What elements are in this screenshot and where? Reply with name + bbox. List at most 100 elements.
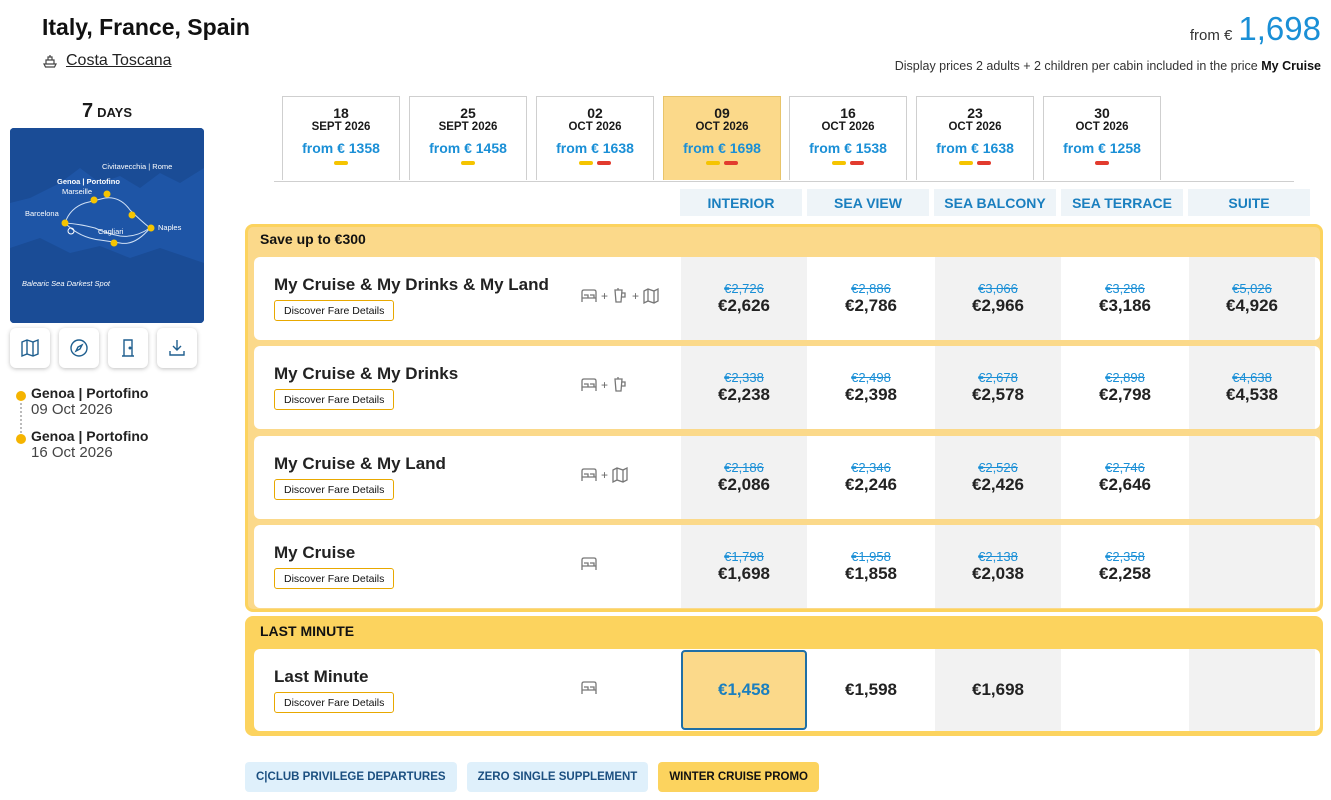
days-number: 7 — [81, 100, 94, 122]
date-tab-16[interactable]: 16 OCT 2026 from € 1538 — [789, 96, 907, 180]
current-price: €4,538 — [1226, 385, 1278, 404]
itinerary: Genoa | Portofino 09 Oct 2026 Genoa | Po… — [16, 385, 206, 471]
price-cell[interactable]: €3,066 €2,966 — [935, 257, 1061, 340]
cabin-header-sea-view: SEA VIEW — [807, 189, 929, 216]
date-tab-price: from € 1458 — [429, 140, 507, 156]
discover-fare-details-button[interactable]: Discover Fare Details — [274, 300, 395, 321]
display-note-text: Display prices 2 adults + 2 children per… — [894, 59, 1258, 73]
route-map-graphic: Civitavecchia | Rome Genoa | Portofino M… — [10, 128, 204, 323]
date-tab-18[interactable]: 18 SEPT 2026 from € 1358 — [282, 96, 400, 180]
date-tab-month: OCT 2026 — [821, 121, 875, 133]
current-price: €1,858 — [845, 564, 897, 583]
date-tab-day: 02 — [587, 105, 603, 121]
price-from: from € 1,698 — [1190, 10, 1321, 48]
availability-yellow-icon — [334, 161, 348, 165]
date-tab-month: SEPT 2026 — [311, 121, 371, 133]
price-cell[interactable]: €2,886 €2,786 — [808, 257, 934, 340]
map-label-barcelona: Barcelona — [25, 209, 60, 218]
old-price: €5,026 — [1232, 281, 1272, 296]
map-label-genoa: Genoa | Portofino — [57, 177, 120, 186]
date-tab-30[interactable]: 30 OCT 2026 from € 1258 — [1043, 96, 1161, 180]
price-cell[interactable]: €1,698 — [935, 649, 1061, 731]
map-label-marseille: Marseille — [62, 187, 92, 196]
price-cell[interactable]: €2,498 €2,398 — [808, 346, 934, 429]
old-price: €2,346 — [851, 460, 891, 475]
price-cell[interactable]: €1,958 €1,858 — [808, 525, 934, 608]
map-tool-button[interactable] — [10, 328, 50, 368]
current-price: €4,926 — [1226, 296, 1278, 315]
date-tab-price: from € 1258 — [1063, 140, 1141, 156]
price-cell[interactable]: €5,026 €4,926 — [1189, 257, 1315, 340]
price-cell[interactable]: €3,286 €3,186 — [1062, 257, 1188, 340]
price-cell[interactable]: €1,798 €1,698 — [681, 525, 807, 608]
date-tab-month: SEPT 2026 — [438, 121, 498, 133]
promo-badge[interactable]: ZERO SINGLE SUPPLEMENT — [466, 762, 649, 792]
price-cell[interactable]: €2,358 €2,258 — [1062, 525, 1188, 608]
price-cell[interactable]: €4,638 €4,538 — [1189, 346, 1315, 429]
price-cell[interactable]: €2,678 €2,578 — [935, 346, 1061, 429]
availability-red-icon — [1095, 161, 1109, 165]
old-price: €2,746 — [1105, 460, 1145, 475]
discover-fare-details-button[interactable]: Discover Fare Details — [274, 568, 395, 589]
compass-icon — [70, 339, 88, 357]
current-price: €2,966 — [972, 296, 1024, 315]
date-tab-09[interactable]: 09 OCT 2026 from € 1698 — [663, 96, 781, 180]
fare-name: Last Minute — [274, 667, 369, 686]
availability-red-icon — [977, 161, 991, 165]
discover-fare-details-button[interactable]: Discover Fare Details — [274, 389, 395, 410]
route-map[interactable]: Civitavecchia | Rome Genoa | Portofino M… — [10, 128, 204, 323]
stop-port: Genoa | Portofino — [31, 428, 149, 444]
price-cell[interactable]: €2,338 €2,238 — [681, 346, 807, 429]
current-price: €2,578 — [972, 385, 1024, 404]
date-tab-day: 23 — [967, 105, 983, 121]
plus-icon: + — [601, 468, 609, 482]
current-price: €1,698 — [972, 680, 1024, 699]
discover-fare-details-button[interactable]: Discover Fare Details — [274, 479, 395, 500]
plus-icon: + — [601, 289, 609, 303]
promo-badge[interactable]: C|CLUB PRIVILEGE DEPARTURES — [245, 762, 457, 792]
departure-date-tabs: 18 SEPT 2026 from € 1358 25 SEPT 2026 from € … — [274, 96, 1294, 182]
price-cell[interactable]: €2,898 €2,798 — [1062, 346, 1188, 429]
price-cell[interactable]: €2,138 €2,038 — [935, 525, 1061, 608]
page-title: Italy, France, Spain — [42, 14, 250, 40]
fare-included-icons: + — [580, 376, 629, 394]
price-cell[interactable]: €1,458 — [681, 650, 807, 730]
date-tab-25[interactable]: 25 SEPT 2026 from € 1458 — [409, 96, 527, 180]
bed-icon — [581, 681, 597, 694]
date-tab-day: 16 — [840, 105, 856, 121]
plus-icon: + — [601, 378, 609, 392]
price-cell[interactable]: €1,598 — [808, 649, 934, 731]
availability-yellow-icon — [959, 161, 973, 165]
cabin-header-suite: SUITE — [1188, 189, 1310, 216]
map-label-civitavecchia: Civitavecchia | Rome — [102, 162, 172, 171]
download-tool-button[interactable] — [157, 328, 197, 368]
price-cell[interactable]: €2,186 €2,086 — [681, 436, 807, 519]
old-price: €2,886 — [851, 281, 891, 296]
land-map-icon — [643, 287, 659, 305]
date-tab-marks — [664, 161, 780, 167]
date-tab-month: OCT 2026 — [948, 121, 1002, 133]
map-label-naples: Naples — [158, 223, 182, 232]
date-tab-marks — [1044, 161, 1160, 167]
ship-link[interactable]: Costa Toscana — [42, 52, 172, 70]
old-price: €2,526 — [978, 460, 1018, 475]
fare-row: My Cruise & My Drinks & My Land Discover … — [254, 257, 1320, 340]
compass-tool-button[interactable] — [59, 328, 99, 368]
price-cell[interactable]: €2,726 €2,626 — [681, 257, 807, 340]
ship-name[interactable]: Costa Toscana — [66, 52, 172, 70]
date-tab-month: OCT 2026 — [695, 121, 749, 133]
old-price: €2,138 — [978, 549, 1018, 564]
stop-date: 09 Oct 2026 — [31, 401, 113, 418]
drink-icon — [614, 377, 626, 392]
price-cell[interactable]: €2,346 €2,246 — [808, 436, 934, 519]
date-tab-02[interactable]: 02 OCT 2026 from € 1638 — [536, 96, 654, 180]
fare-row: Last Minute Discover Fare Details €1,458 €1… — [254, 649, 1320, 731]
price-cell[interactable]: €2,746 €2,646 — [1062, 436, 1188, 519]
fare-included-icons — [580, 555, 598, 573]
old-price: €2,498 — [851, 370, 891, 385]
discover-fare-details-button[interactable]: Discover Fare Details — [274, 692, 395, 713]
door-tool-button[interactable] — [108, 328, 148, 368]
promo-badge[interactable]: WINTER CRUISE PROMO — [658, 762, 819, 792]
date-tab-23[interactable]: 23 OCT 2026 from € 1638 — [916, 96, 1034, 180]
price-cell[interactable]: €2,526 €2,426 — [935, 436, 1061, 519]
